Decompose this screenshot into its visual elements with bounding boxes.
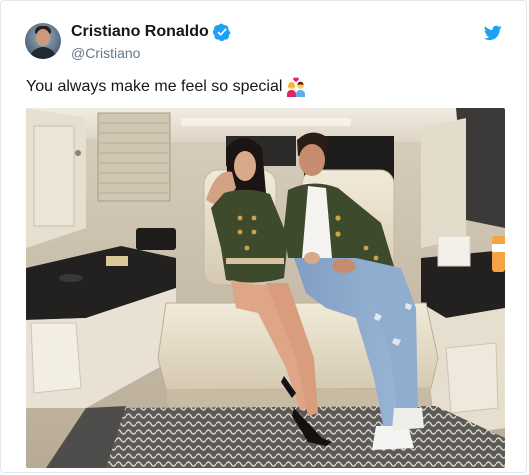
tweet-text: You always make me feel so special xyxy=(26,78,283,95)
twitter-bird-icon[interactable] xyxy=(484,25,502,41)
verified-badge-icon xyxy=(212,23,231,41)
tweet-card: Cristiano Ronaldo @Cristiano You always … xyxy=(0,0,527,473)
author-name[interactable]: Cristiano Ronaldo xyxy=(71,23,209,41)
author-avatar[interactable] xyxy=(25,23,61,59)
tweet-text-row: You always make me feel so special xyxy=(26,77,307,97)
author-handle[interactable]: @Cristiano xyxy=(71,45,140,61)
tweet-photo[interactable] xyxy=(26,108,505,468)
couple-with-heart-emoji xyxy=(287,77,306,97)
author-name-row: Cristiano Ronaldo xyxy=(71,23,231,41)
